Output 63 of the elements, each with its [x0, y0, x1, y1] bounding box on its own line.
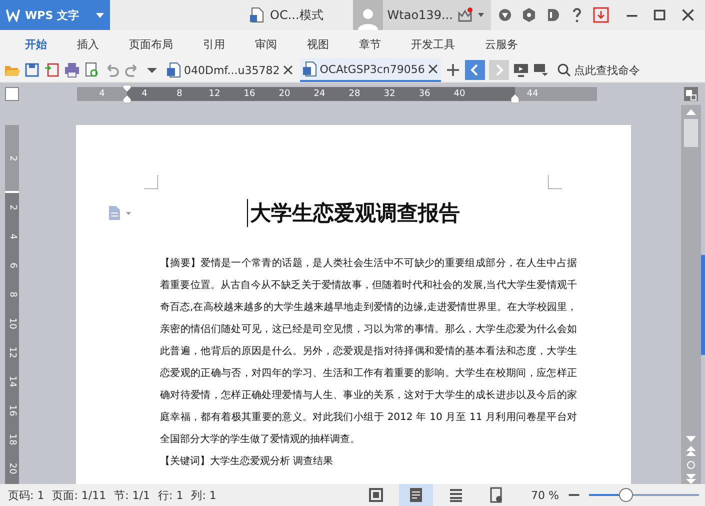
maximize-icon[interactable]	[653, 8, 667, 22]
add-tab-icon[interactable]	[444, 62, 461, 78]
document-tab[interactable]: OCAtGSP3cn79056	[300, 58, 441, 82]
command-search-field[interactable]: 点此查找命令	[554, 62, 642, 78]
caret-icon[interactable]	[476, 12, 485, 18]
zoom-level: 70 %	[531, 488, 559, 502]
document-title: 大学生恋爱观调查报告	[247, 199, 460, 227]
menu-tab[interactable]: 云服务	[470, 36, 533, 52]
status-text: 页码: 1	[8, 488, 44, 502]
vertical-ruler[interactable]: 2 2 4 6 8 10 12 14 16 18 20	[5, 125, 19, 484]
skin-icon[interactable]	[496, 7, 513, 23]
chevron-right-icon	[494, 64, 504, 76]
slider-thumb[interactable]	[619, 488, 633, 502]
close-icon[interactable]	[282, 65, 293, 75]
collapse-ribbon-icon[interactable]	[532, 62, 549, 78]
view-mode-icon	[368, 487, 384, 503]
previous-button[interactable]	[464, 60, 485, 80]
search-icon	[556, 63, 571, 77]
document-tab[interactable]: 040Dmf...u35782	[164, 58, 296, 82]
view-mode-icon	[408, 487, 424, 503]
download-icon[interactable]	[592, 7, 609, 23]
monitor-icon[interactable]	[512, 62, 529, 78]
status-text: 行: 1	[158, 488, 184, 502]
menu-tab[interactable]: 视图	[292, 36, 344, 52]
margin-corner-mark	[548, 175, 562, 189]
document-paragraph: 【摘要】爱情是一个常青的话题，是人类社会生活中不可缺少的重要组成部分，在人生中占据着重要位置。从古自今从不缺乏关于爱情故事，但随着时代和社会的发展,当代大学生爱情观千奇百态,在高校越来越多的大学生越来越早地走到爱情的边缘,走进爱情世界里。在大学校园里，亲密的情侣们随处可见，这已经是司空见惯，习以为常的事情。那么，大学生恋爱为什么会如此普遍，他背后的原因是什么。另外，恋爱观是指对待择偶和爱情的基本看法和态度，大学生恋爱观的正确与否，对四年的学习、生活和工作有着重要的影响。大学生在校期间，应怎样正确对待爱情，怎样正确处理爱情与人生、事业的关系，这对于大学生的成长进步以及今后的家庭幸福，都有着极其重要的意义。对此我们小组于 2012 年 10 月至 11 月利用问卷星平台对全国部分大学的学生做了爱情观的抽样调查。	[160, 256, 577, 447]
menu-tab[interactable]: 引用	[188, 36, 240, 52]
horizontal-ruler[interactable]: 4 4 8 12 16 20 24 28 32 36 40 44	[77, 87, 597, 101]
menu-tab[interactable]: 页面布局	[114, 36, 188, 52]
chevron-left-icon	[470, 64, 480, 76]
w-logo-icon[interactable]	[6, 8, 20, 22]
view-mode-icon	[488, 487, 504, 503]
menu-tab[interactable]: 章节	[344, 36, 396, 52]
menu-tab[interactable]: 开始	[10, 36, 62, 52]
caret-icon	[96, 12, 104, 18]
window-title: OC...模式	[270, 6, 324, 24]
tab-stop-icon[interactable]	[5, 87, 19, 101]
document-paragraph: 【关键词】大学生恋爱观分析 调查结果	[160, 454, 334, 469]
close-icon[interactable]	[428, 64, 438, 74]
print-icon[interactable]	[64, 62, 80, 78]
menu-tab[interactable]: 审阅	[240, 36, 292, 52]
status-text: 节: 1/1	[114, 488, 150, 502]
export-pdf-icon[interactable]	[44, 62, 60, 78]
app-menu-button[interactable]: WPS 文字	[0, 0, 110, 30]
document-icon	[302, 61, 317, 77]
indent-marker[interactable]	[511, 93, 519, 103]
save-icon[interactable]	[24, 62, 40, 78]
indent-marker[interactable]	[123, 85, 131, 103]
view-mode-icon	[448, 487, 464, 503]
menu-tab[interactable]: 开发工具	[396, 36, 470, 52]
print-preview-icon[interactable]	[84, 62, 100, 78]
document-icon	[250, 7, 264, 23]
status-text: 页面: 1/11	[52, 488, 106, 502]
crown-icon[interactable]	[456, 7, 473, 23]
status-text: 列: 1	[191, 488, 216, 502]
view-mode-button[interactable]	[399, 484, 434, 506]
hexagon-icon[interactable]	[520, 7, 537, 23]
menu-tab[interactable]: 插入	[62, 36, 114, 52]
close-icon[interactable]	[681, 8, 695, 22]
scrollbar-thumb[interactable]	[684, 119, 698, 147]
document-icon	[167, 62, 181, 78]
ruler-toggle-icon[interactable]	[683, 86, 699, 102]
margin-corner-mark	[144, 175, 158, 189]
